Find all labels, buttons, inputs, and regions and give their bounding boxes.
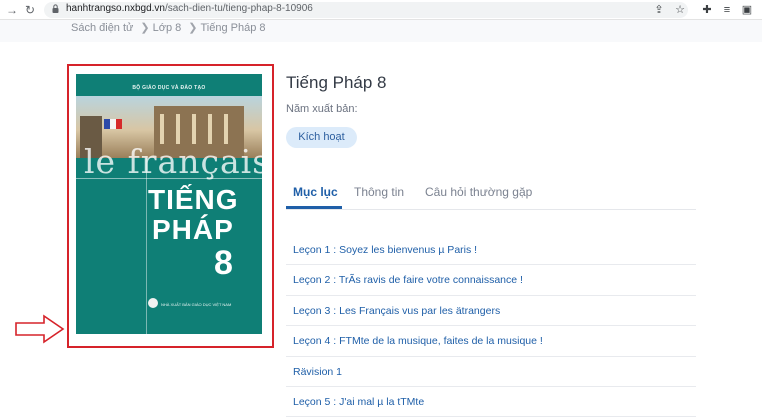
url-domain: hanhtrangso.nxbgd.vn <box>66 3 165 14</box>
cover-word: le français <box>84 142 262 181</box>
lesson-link[interactable]: Leçon 5 : J'ai mal µ la tTMte <box>286 387 696 417</box>
window-shape <box>176 114 180 144</box>
cover-divider <box>76 178 262 179</box>
browser-toolbar: → ↻ hanhtrangso.nxbgd.vn/sach-dien-tu/ti… <box>0 0 762 20</box>
tab-table-of-contents[interactable]: Mục lục <box>293 185 338 199</box>
activate-button[interactable]: Kích hoạt <box>286 127 357 148</box>
cover-imprint: NHÀ XUẤT BẢN GIÁO DỤC VIỆT NAM <box>161 302 232 307</box>
extensions-puzzle-icon[interactable]: ✚ <box>699 2 715 18</box>
tab-information[interactable]: Thông tin <box>354 185 404 199</box>
cover-divider-vertical <box>146 158 147 334</box>
reload-icon[interactable]: ↻ <box>22 2 38 18</box>
breadcrumb: Sách điện tử ❯ Lớp 8 ❯ Tiếng Pháp 8 <box>71 21 269 34</box>
lock-icon <box>52 4 59 13</box>
breadcrumb-item-ebooks[interactable]: Sách điện tử <box>71 22 133 34</box>
window-shape <box>160 114 164 144</box>
lesson-list: Leçon 1 : Soyez les bienvenus µ Paris ! … <box>286 235 696 417</box>
lesson-link[interactable]: Leçon 1 : Soyez les bienvenus µ Paris ! <box>286 235 696 266</box>
url-path: /sach-dien-tu/tieng-phap-8-10906 <box>164 3 313 14</box>
active-tab-indicator <box>286 206 342 209</box>
cover-grade-number: 8 <box>214 244 233 282</box>
side-panel-icon[interactable]: ▣ <box>739 2 755 18</box>
reading-list-icon[interactable]: ≡ <box>719 2 735 18</box>
publisher-logo-icon <box>148 298 158 308</box>
cover-title-line1: TIẾNG <box>148 184 239 215</box>
breadcrumb-item-grade[interactable]: Lớp 8 <box>153 22 182 34</box>
flag-red <box>116 119 122 129</box>
share-icon[interactable]: ⇪ <box>651 2 667 18</box>
lesson-link[interactable]: Leçon 4 : FTMte de la musique, faites de… <box>286 326 696 357</box>
breadcrumb-item-book: Tiếng Pháp 8 <box>200 22 266 34</box>
publish-year-label: Năm xuất bản: <box>286 103 358 115</box>
tab-faq[interactable]: Câu hỏi thường gặp <box>425 185 532 199</box>
window-shape <box>208 114 212 144</box>
book-title: Tiếng Pháp 8 <box>286 73 387 92</box>
chevron-right-icon: ❯ <box>140 22 150 34</box>
window-shape <box>224 114 228 144</box>
lesson-link[interactable]: Leçon 2 : TrÃs ravis de faire votre conn… <box>286 265 696 296</box>
url-text: hanhtrangso.nxbgd.vn/sach-dien-tu/tieng-… <box>66 3 313 14</box>
bookmark-star-icon[interactable]: ☆ <box>672 2 688 18</box>
window-shape <box>192 114 196 144</box>
chevron-right-icon: ❯ <box>188 22 198 34</box>
forward-arrow-icon[interactable]: → <box>4 2 20 18</box>
tab-bar: Mục lục Thông tin Câu hỏi thường gặp <box>286 185 696 210</box>
cover-publisher: BỘ GIÁO DỤC VÀ ĐÀO TẠO <box>132 85 206 91</box>
lesson-link[interactable]: Rävision 1 <box>286 357 696 387</box>
cover-title-line2: PHÁP <box>152 214 234 245</box>
lesson-link[interactable]: Leçon 3 : Les Français vus par les ätran… <box>286 296 696 327</box>
arrow-right-icon <box>15 314 65 344</box>
book-cover: BỘ GIÁO DỤC VÀ ĐÀO TẠO le français TIẾNG… <box>76 74 262 334</box>
